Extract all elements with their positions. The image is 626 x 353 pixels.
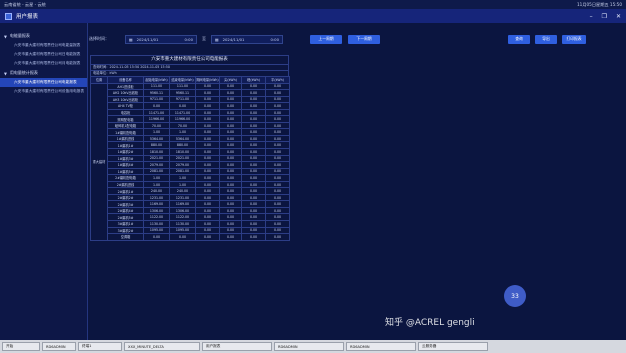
start-date-picker[interactable]: ▦ 2024/11/01 0:00 [125,34,197,44]
tree-item-selected[interactable]: 六安市重大建材有限责任公司电能报表 [0,78,87,87]
close-icon[interactable]: ✕ [616,13,621,20]
time-label: 选择时间： [89,36,109,41]
value-cell: 0.00 [265,233,290,241]
next-period-button[interactable]: 下一周期 [348,34,380,44]
calendar-icon: ▦ [129,36,133,42]
taskbar-item[interactable]: 终端1 [78,342,122,351]
caret-down-icon[interactable]: ▼ [4,34,7,39]
device-name-cell: 空调箱 [107,233,144,241]
taskbar-item[interactable]: 云服务器 [418,342,488,351]
tree-item[interactable]: 六安市重大建材有限责任公司设备用电报表 [0,87,87,96]
table-row: 空调箱 0.00 0.00 0.00 0.00 0.00 0.00 [91,233,290,241]
table-header-row: 位置 设备名称 起始电量(kWh) 结束电量(kWh) 期间电量(kWh) 尖(… [90,76,290,84]
system-title: 云南省统 - 云星 - 云统 [4,1,46,7]
to-label: 至 [202,36,206,41]
col-header: 起始电量(kWh) [143,76,170,84]
system-clock: 11月05日星期五 15:50 [577,1,622,7]
col-header: 期间电量(kWh) [195,76,220,84]
report-panel: 六安市重大建材有限责任公司电能报表 查询时间：2024-11-05 15:50 … [90,55,290,241]
caret-down-icon[interactable]: ▼ [4,71,7,76]
system-title-bar: 云南省统 - 云星 - 云统 11月05日星期五 15:50 [0,0,626,9]
taskbar-item[interactable]: RD6ADMIN [346,342,416,351]
start-button[interactable]: 开始 [2,342,40,351]
window-controls: – ❐ ✕ [590,13,621,20]
value-cell: 0.00 [241,233,266,241]
end-time-value: 0:00 [270,36,279,42]
query-button[interactable]: 查询 [508,34,530,44]
watermark-text: 知乎 @ACREL gengli [385,318,475,328]
prev-period-button[interactable]: 上一周期 [310,34,342,44]
tree-item[interactable]: 六安市重大建材有限责任公司日电能报表 [0,50,87,59]
app-title-bar: 用户报表 – ❐ ✕ [0,9,626,23]
tree-group-usage[interactable]: ▼ 用电量统计报表 [0,68,87,78]
start-date-value: 2024/11/01 [136,36,159,42]
value-cell: 0.00 [169,233,196,241]
tree-group-energy[interactable]: ▼ 电能量报表 [0,31,87,41]
value-cell: 0.00 [195,233,220,241]
taskbar-item[interactable]: XXX_MINUTE_DELTA [124,342,200,351]
group-cell: 重大建材 [90,82,108,241]
report-tree-sidebar: ▼ 电能量报表 六安市重大建材有限责任公司电能量报表 六安市重大建材有限责任公司… [0,23,88,340]
query-toolbar: 选择时间： ▦ 2024/11/01 0:00 至 ▦ 2024/11/01 0… [89,31,620,47]
device-name-cell: AH2 10kV出线柜 [107,89,144,97]
device-name-cell: AH3 10kV出线柜 [107,95,144,104]
app-title: 用户报表 [16,14,39,20]
app-logo-icon [5,12,12,20]
export-button[interactable]: 导出 [535,34,557,44]
minimize-icon[interactable]: – [590,13,593,20]
tree-item[interactable]: 六安市重大建材有限责任公司电能量报表 [0,41,87,50]
restore-icon[interactable]: ❐ [602,13,607,20]
calendar-icon: ▦ [215,36,219,42]
taskbar-item[interactable]: RD6ADMIN [42,342,76,351]
value-cell: 0.00 [143,233,170,241]
energy-table: 位置 设备名称 起始电量(kWh) 结束电量(kWh) 期间电量(kWh) 尖(… [90,76,290,241]
taskbar-item[interactable]: RD6ADMIN [274,342,344,351]
start-time-value: 0:00 [184,36,193,42]
col-header: 结束电量(kWh) [169,76,196,84]
value-cell: 0.00 [219,233,242,241]
taskbar: 开始 RD6ADMIN 终端1 XXX_MINUTE_DELTA 用户报表 RD… [0,340,626,353]
tree-item[interactable]: 六安市重大建材有限责任公司月电能报表 [0,59,87,68]
page-count-badge[interactable]: 33 [504,285,526,307]
tree-group-label: 用电量统计报表 [9,70,38,75]
report-title: 六安市重大建材有限责任公司电能报表 [90,55,289,64]
end-date-value: 2024/11/01 [222,36,245,42]
end-date-picker[interactable]: ▦ 2024/11/01 0:00 [211,34,283,44]
tree-group-label: 电能量报表 [9,33,30,38]
print-button[interactable]: 打印报表 [562,34,586,44]
taskbar-item[interactable]: 用户报表 [202,342,272,351]
